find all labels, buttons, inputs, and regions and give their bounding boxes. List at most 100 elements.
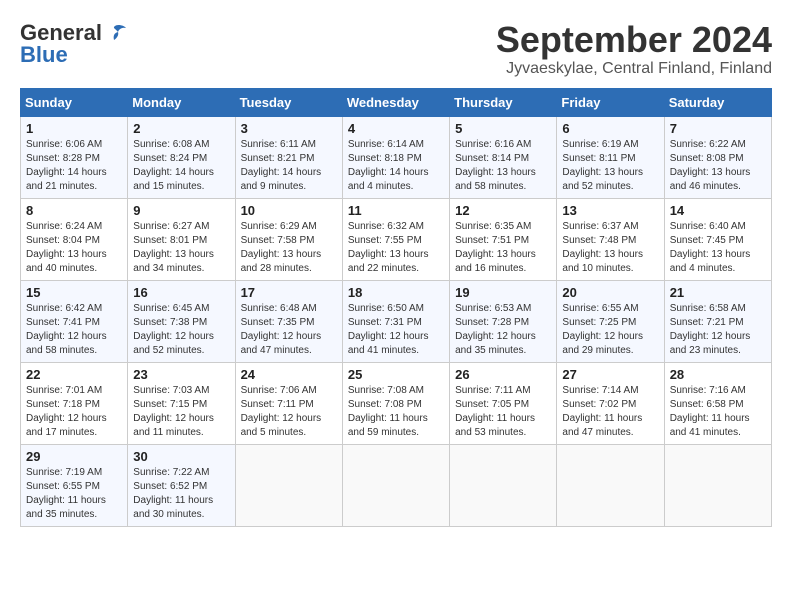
header-tuesday: Tuesday (235, 88, 342, 116)
header-wednesday: Wednesday (342, 88, 449, 116)
day-detail: Sunrise: 6:08 AMSunset: 8:24 PMDaylight:… (133, 138, 229, 194)
header-saturday: Saturday (664, 88, 771, 116)
day-number: 16 (133, 285, 229, 300)
subtitle: Jyvaeskylae, Central Finland, Finland (496, 60, 772, 78)
header-sunday: Sunday (21, 88, 128, 116)
table-row: 7 Sunrise: 6:22 AMSunset: 8:08 PMDayligh… (664, 116, 771, 198)
day-number: 14 (670, 203, 766, 218)
day-detail: Sunrise: 6:45 AMSunset: 7:38 PMDaylight:… (133, 302, 229, 358)
day-number: 4 (348, 121, 444, 136)
day-detail: Sunrise: 6:14 AMSunset: 8:18 PMDaylight:… (348, 138, 444, 194)
day-detail: Sunrise: 6:24 AMSunset: 8:04 PMDaylight:… (26, 220, 122, 276)
day-number: 19 (455, 285, 551, 300)
table-row: 11 Sunrise: 6:32 AMSunset: 7:55 PMDaylig… (342, 198, 449, 280)
title-area: September 2024 Jyvaeskylae, Central Finl… (496, 20, 772, 78)
day-number: 3 (241, 121, 337, 136)
day-number: 25 (348, 367, 444, 382)
table-row: 28 Sunrise: 7:16 AMSunset: 6:58 PMDaylig… (664, 362, 771, 444)
day-detail: Sunrise: 7:22 AMSunset: 6:52 PMDaylight:… (133, 466, 229, 522)
page-header: General Blue September 2024 Jyvaeskylae,… (20, 20, 772, 78)
table-row: 26 Sunrise: 7:11 AMSunset: 7:05 PMDaylig… (450, 362, 557, 444)
day-number: 28 (670, 367, 766, 382)
day-number: 24 (241, 367, 337, 382)
day-detail: Sunrise: 6:32 AMSunset: 7:55 PMDaylight:… (348, 220, 444, 276)
day-number: 23 (133, 367, 229, 382)
logo: General Blue (20, 20, 126, 68)
table-row (557, 444, 664, 526)
table-row (664, 444, 771, 526)
day-number: 8 (26, 203, 122, 218)
day-number: 18 (348, 285, 444, 300)
calendar-week-row: 29 Sunrise: 7:19 AMSunset: 6:55 PMDaylig… (21, 444, 772, 526)
day-number: 5 (455, 121, 551, 136)
day-number: 1 (26, 121, 122, 136)
day-number: 2 (133, 121, 229, 136)
table-row: 23 Sunrise: 7:03 AMSunset: 7:15 PMDaylig… (128, 362, 235, 444)
calendar-week-row: 15 Sunrise: 6:42 AMSunset: 7:41 PMDaylig… (21, 280, 772, 362)
day-number: 13 (562, 203, 658, 218)
calendar-week-row: 22 Sunrise: 7:01 AMSunset: 7:18 PMDaylig… (21, 362, 772, 444)
day-detail: Sunrise: 6:55 AMSunset: 7:25 PMDaylight:… (562, 302, 658, 358)
day-detail: Sunrise: 6:16 AMSunset: 8:14 PMDaylight:… (455, 138, 551, 194)
table-row: 20 Sunrise: 6:55 AMSunset: 7:25 PMDaylig… (557, 280, 664, 362)
table-row: 6 Sunrise: 6:19 AMSunset: 8:11 PMDayligh… (557, 116, 664, 198)
table-row: 9 Sunrise: 6:27 AMSunset: 8:01 PMDayligh… (128, 198, 235, 280)
day-number: 29 (26, 449, 122, 464)
table-row: 13 Sunrise: 6:37 AMSunset: 7:48 PMDaylig… (557, 198, 664, 280)
table-row: 5 Sunrise: 6:16 AMSunset: 8:14 PMDayligh… (450, 116, 557, 198)
header-friday: Friday (557, 88, 664, 116)
day-detail: Sunrise: 6:35 AMSunset: 7:51 PMDaylight:… (455, 220, 551, 276)
day-detail: Sunrise: 6:42 AMSunset: 7:41 PMDaylight:… (26, 302, 122, 358)
day-detail: Sunrise: 7:01 AMSunset: 7:18 PMDaylight:… (26, 384, 122, 440)
table-row (342, 444, 449, 526)
day-number: 30 (133, 449, 229, 464)
day-number: 11 (348, 203, 444, 218)
day-detail: Sunrise: 6:37 AMSunset: 7:48 PMDaylight:… (562, 220, 658, 276)
logo-blue: Blue (20, 42, 68, 68)
table-row: 1 Sunrise: 6:06 AMSunset: 8:28 PMDayligh… (21, 116, 128, 198)
header-monday: Monday (128, 88, 235, 116)
main-title: September 2024 (496, 20, 772, 60)
table-row: 21 Sunrise: 6:58 AMSunset: 7:21 PMDaylig… (664, 280, 771, 362)
table-row (235, 444, 342, 526)
table-row: 3 Sunrise: 6:11 AMSunset: 8:21 PMDayligh… (235, 116, 342, 198)
table-row: 8 Sunrise: 6:24 AMSunset: 8:04 PMDayligh… (21, 198, 128, 280)
table-row: 30 Sunrise: 7:22 AMSunset: 6:52 PMDaylig… (128, 444, 235, 526)
table-row: 14 Sunrise: 6:40 AMSunset: 7:45 PMDaylig… (664, 198, 771, 280)
table-row: 25 Sunrise: 7:08 AMSunset: 7:08 PMDaylig… (342, 362, 449, 444)
table-row: 12 Sunrise: 6:35 AMSunset: 7:51 PMDaylig… (450, 198, 557, 280)
table-row: 22 Sunrise: 7:01 AMSunset: 7:18 PMDaylig… (21, 362, 128, 444)
day-detail: Sunrise: 7:03 AMSunset: 7:15 PMDaylight:… (133, 384, 229, 440)
day-detail: Sunrise: 6:22 AMSunset: 8:08 PMDaylight:… (670, 138, 766, 194)
table-row: 29 Sunrise: 7:19 AMSunset: 6:55 PMDaylig… (21, 444, 128, 526)
day-detail: Sunrise: 7:14 AMSunset: 7:02 PMDaylight:… (562, 384, 658, 440)
day-detail: Sunrise: 6:29 AMSunset: 7:58 PMDaylight:… (241, 220, 337, 276)
day-number: 21 (670, 285, 766, 300)
table-row: 10 Sunrise: 6:29 AMSunset: 7:58 PMDaylig… (235, 198, 342, 280)
day-detail: Sunrise: 7:06 AMSunset: 7:11 PMDaylight:… (241, 384, 337, 440)
day-number: 26 (455, 367, 551, 382)
day-number: 6 (562, 121, 658, 136)
day-detail: Sunrise: 6:48 AMSunset: 7:35 PMDaylight:… (241, 302, 337, 358)
table-row: 2 Sunrise: 6:08 AMSunset: 8:24 PMDayligh… (128, 116, 235, 198)
calendar-week-row: 1 Sunrise: 6:06 AMSunset: 8:28 PMDayligh… (21, 116, 772, 198)
day-number: 9 (133, 203, 229, 218)
day-detail: Sunrise: 7:19 AMSunset: 6:55 PMDaylight:… (26, 466, 122, 522)
day-detail: Sunrise: 6:50 AMSunset: 7:31 PMDaylight:… (348, 302, 444, 358)
logo-bird-icon (104, 24, 126, 42)
day-number: 12 (455, 203, 551, 218)
table-row: 27 Sunrise: 7:14 AMSunset: 7:02 PMDaylig… (557, 362, 664, 444)
day-detail: Sunrise: 6:53 AMSunset: 7:28 PMDaylight:… (455, 302, 551, 358)
day-detail: Sunrise: 7:16 AMSunset: 6:58 PMDaylight:… (670, 384, 766, 440)
day-number: 20 (562, 285, 658, 300)
day-number: 17 (241, 285, 337, 300)
day-detail: Sunrise: 6:58 AMSunset: 7:21 PMDaylight:… (670, 302, 766, 358)
table-row: 16 Sunrise: 6:45 AMSunset: 7:38 PMDaylig… (128, 280, 235, 362)
table-row: 17 Sunrise: 6:48 AMSunset: 7:35 PMDaylig… (235, 280, 342, 362)
day-detail: Sunrise: 7:11 AMSunset: 7:05 PMDaylight:… (455, 384, 551, 440)
table-row (450, 444, 557, 526)
day-detail: Sunrise: 6:06 AMSunset: 8:28 PMDaylight:… (26, 138, 122, 194)
day-number: 10 (241, 203, 337, 218)
weekday-header-row: Sunday Monday Tuesday Wednesday Thursday… (21, 88, 772, 116)
day-detail: Sunrise: 6:40 AMSunset: 7:45 PMDaylight:… (670, 220, 766, 276)
